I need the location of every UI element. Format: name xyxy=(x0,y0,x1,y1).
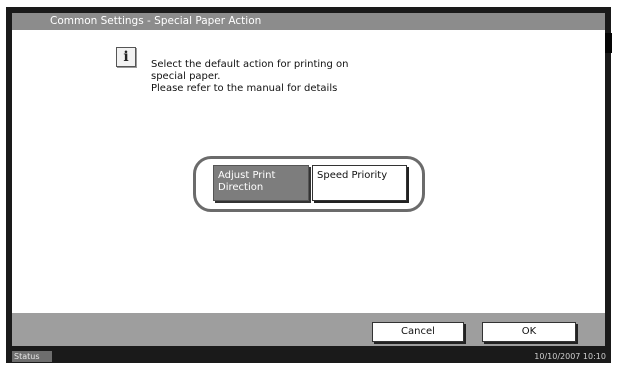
option-label-line: Speed Priority xyxy=(317,170,388,181)
adjust-print-direction-button[interactable]: Adjust Print Direction xyxy=(213,165,309,201)
date-time: 10/10/2007 10:10 xyxy=(534,352,606,361)
info-icon: i xyxy=(116,47,136,67)
window-title: Common Settings - Special Paper Action xyxy=(50,15,262,27)
status-bar xyxy=(6,350,611,363)
speed-priority-button[interactable]: Speed Priority xyxy=(312,165,407,201)
option-label-line: Direction xyxy=(218,182,264,193)
title-bar: Common Settings - Special Paper Action xyxy=(12,13,605,30)
message-line: Select the default action for printing o… xyxy=(151,59,349,70)
ok-button[interactable]: OK xyxy=(482,322,576,342)
message-line: Please refer to the manual for details xyxy=(151,83,338,94)
option-label-line: Adjust Print xyxy=(218,170,276,181)
instruction-message: Select the default action for printing o… xyxy=(151,59,348,95)
status-button[interactable]: Status xyxy=(12,351,52,362)
scroll-indicator xyxy=(605,33,612,53)
info-icon-glyph: i xyxy=(123,49,129,65)
cancel-button[interactable]: Cancel xyxy=(372,322,464,342)
message-line: special paper. xyxy=(151,71,221,82)
